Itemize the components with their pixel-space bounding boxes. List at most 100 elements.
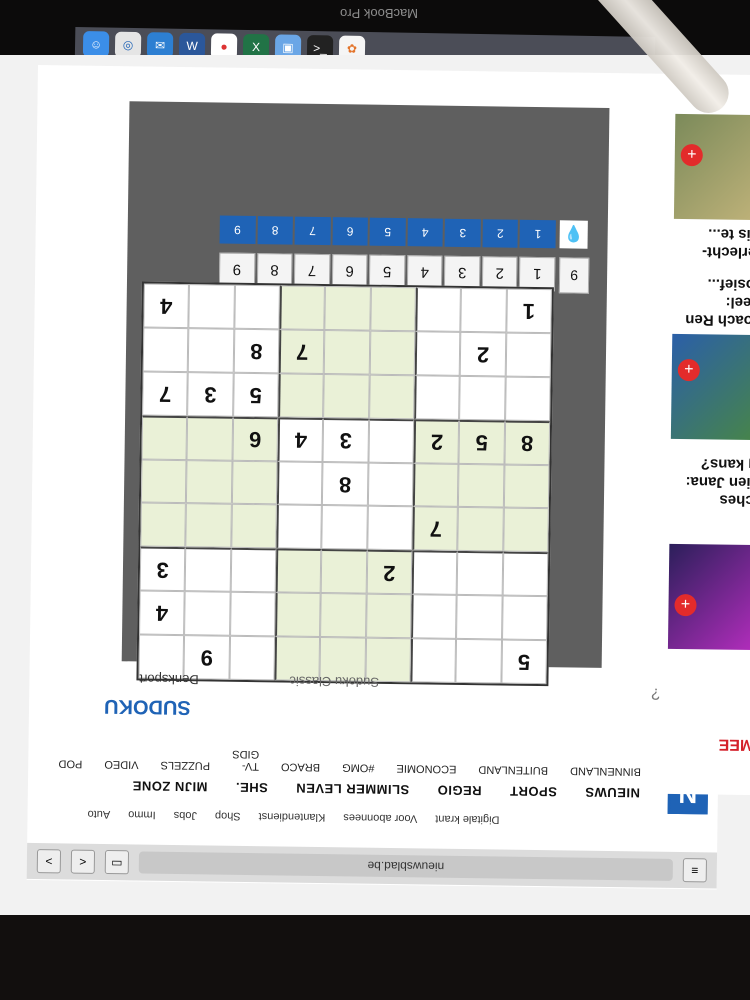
sudoku-cell[interactable] [411, 594, 457, 640]
sudoku-cell[interactable] [231, 460, 278, 505]
candidate-key[interactable]: 8 [257, 216, 294, 245]
sudoku-cell[interactable]: 8 [233, 328, 280, 374]
sudoku-cell[interactable] [414, 375, 461, 420]
sudoku-cell[interactable] [279, 285, 326, 330]
sudoku-cell[interactable] [414, 331, 461, 376]
sudoku-cell[interactable] [459, 375, 506, 421]
nav-item[interactable]: SLIMMER LEVEN [296, 781, 410, 798]
sudoku-cell[interactable] [368, 374, 415, 419]
news-image[interactable] [673, 113, 750, 221]
pencil-key[interactable]: 9 [558, 257, 590, 294]
sudoku-cell[interactable] [278, 373, 325, 418]
sudoku-cell[interactable]: 2 [366, 549, 413, 595]
news-headline[interactable]: Coaches draaien Jana: Krijg kans? [670, 454, 750, 509]
sudoku-cell[interactable] [323, 373, 370, 419]
sudoku-cell[interactable]: 5 [458, 419, 505, 465]
sub-nav-item[interactable]: POD [58, 745, 82, 769]
sudoku-cell[interactable] [504, 376, 551, 421]
top-link[interactable]: Voor abonnees [343, 811, 417, 824]
meest-tab[interactable]: MEE [718, 735, 750, 753]
sudoku-cell[interactable] [501, 595, 548, 641]
sudoku-cell[interactable] [502, 507, 549, 553]
reader-icon[interactable]: ≡ [682, 858, 707, 883]
candidate-key[interactable]: 7 [294, 216, 331, 246]
sudoku-cell[interactable]: 8 [504, 420, 551, 465]
sudoku-cell[interactable] [457, 507, 504, 552]
sudoku-cell[interactable] [188, 284, 235, 329]
candidate-key[interactable]: 5 [369, 217, 406, 247]
candidate-key[interactable]: 1 [519, 219, 556, 249]
top-link[interactable]: Digitale krant [435, 813, 499, 826]
sudoku-cell[interactable] [503, 464, 550, 509]
sudoku-cell[interactable]: 4 [277, 417, 324, 462]
sudoku-cell[interactable] [229, 635, 276, 681]
sudoku-cell[interactable] [458, 463, 505, 508]
sudoku-cell[interactable] [142, 327, 189, 372]
nav-item[interactable]: NIEUWS [585, 785, 640, 801]
sudoku-cell[interactable] [275, 592, 321, 638]
sudoku-cell[interactable]: 7 [412, 506, 459, 552]
candidate-key[interactable]: 4 [407, 218, 444, 247]
sudoku-cell[interactable] [186, 459, 233, 505]
sudoku-cell[interactable] [141, 415, 188, 460]
sudoku-cell[interactable] [230, 548, 277, 593]
sudoku-cell[interactable] [368, 418, 415, 463]
sudoku-cell[interactable] [369, 286, 416, 332]
sudoku-cell[interactable] [320, 593, 367, 638]
sudoku-cell[interactable] [369, 330, 416, 376]
sudoku-cell[interactable] [185, 503, 232, 549]
sudoku-cell[interactable] [186, 415, 233, 461]
top-link[interactable]: Immo [128, 808, 156, 820]
drop-icon[interactable]: 💧 [559, 220, 588, 249]
top-link[interactable]: Klantendienst [259, 810, 326, 823]
sudoku-cell[interactable] [324, 329, 370, 375]
sudoku-cell[interactable] [229, 591, 276, 637]
finder-icon[interactable]: ☺ [82, 31, 110, 58]
sudoku-cell[interactable]: 3 [139, 546, 186, 592]
sudoku-cell[interactable] [505, 332, 552, 377]
sudoku-cell[interactable] [365, 593, 412, 639]
sudoku-cell[interactable] [455, 639, 502, 684]
news-headline[interactable]: Anderlecht-fans is te... [673, 224, 750, 261]
sudoku-cell[interactable]: 7 [278, 329, 325, 374]
candidate-key[interactable]: 3 [444, 218, 481, 248]
nav-item[interactable]: SHE. [235, 780, 268, 795]
sudoku-cell[interactable]: 7 [142, 371, 189, 416]
candidate-key[interactable]: 9 [219, 215, 256, 245]
top-link[interactable]: Auto [87, 808, 110, 820]
sudoku-cell[interactable]: 3 [187, 371, 234, 417]
sudoku-cell[interactable] [276, 460, 323, 506]
sudoku-cell[interactable] [502, 551, 549, 597]
sudoku-cell[interactable] [456, 595, 503, 640]
sudoku-cell[interactable] [275, 548, 322, 594]
sudoku-cell[interactable] [415, 287, 462, 332]
sudoku-cell[interactable]: 1 [505, 288, 552, 334]
sudoku-cell[interactable] [234, 284, 280, 330]
sudoku-cell[interactable]: 2 [413, 418, 460, 464]
top-link[interactable]: Shop [215, 810, 241, 822]
sudoku-cell[interactable]: 4 [143, 283, 190, 329]
sidebar-toggle-icon[interactable]: ▭ [104, 850, 130, 875]
nav-item[interactable]: MIJN ZONE [132, 779, 207, 795]
sudoku-cell[interactable] [276, 504, 323, 550]
sudoku-cell[interactable]: 5 [232, 372, 279, 418]
sudoku-cell[interactable] [321, 505, 368, 550]
sudoku-cell[interactable] [185, 547, 231, 592]
sudoku-cell[interactable] [412, 462, 459, 508]
candidate-key[interactable]: 2 [482, 219, 519, 248]
sudoku-cell[interactable]: 4 [139, 590, 186, 636]
sudoku-cell[interactable] [367, 462, 414, 507]
sudoku-cell[interactable] [460, 287, 507, 333]
news-headline[interactable]: Ex-coach Ren formeel: explosief... [672, 274, 750, 329]
sudoku-cell[interactable] [230, 504, 277, 549]
forward-button[interactable]: > [70, 849, 96, 874]
sudoku-cell[interactable]: 6 [232, 416, 279, 461]
sudoku-cell[interactable] [320, 549, 367, 594]
sudoku-cell[interactable] [140, 502, 187, 548]
sudoku-cell[interactable]: 8 [322, 461, 369, 507]
back-button[interactable]: < [36, 849, 62, 874]
address-bar[interactable]: nieuwsblad.be [138, 851, 673, 881]
sudoku-cell[interactable] [140, 459, 187, 504]
sudoku-cell[interactable] [184, 591, 231, 636]
nav-item[interactable]: SPORT [509, 784, 557, 800]
